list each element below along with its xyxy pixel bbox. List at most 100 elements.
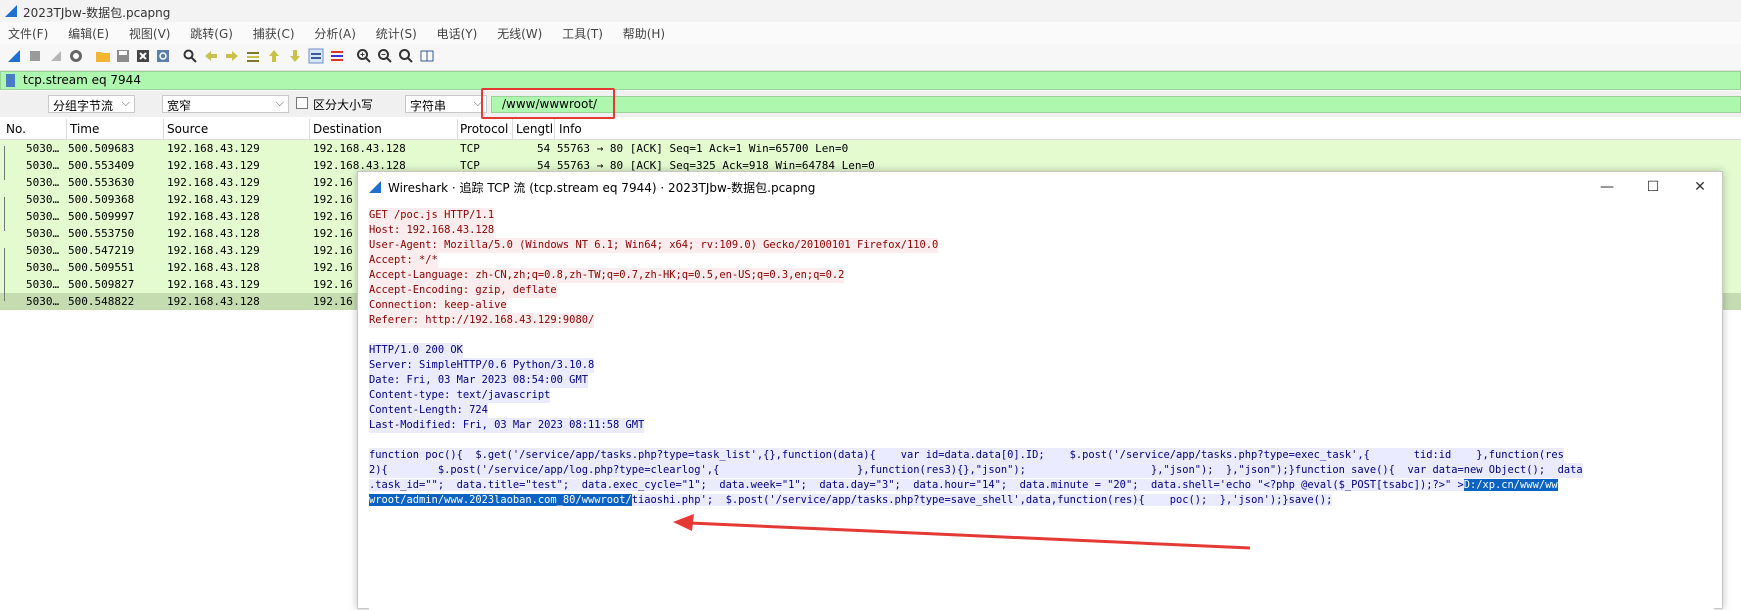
packet-source: 192.168.43.129: [167, 278, 260, 291]
capture-options-icon[interactable]: [68, 48, 84, 64]
restart-capture-icon[interactable]: [48, 48, 64, 64]
column-divider[interactable]: [457, 119, 458, 139]
column-length[interactable]: Lengtl: [516, 122, 553, 136]
menu-go[interactable]: 跳转(G): [182, 22, 241, 42]
column-divider[interactable]: [554, 119, 555, 139]
packet-source: 192.168.43.129: [167, 159, 260, 172]
column-protocol[interactable]: Protocol: [460, 122, 508, 136]
search-type-select[interactable]: 字符串 ⌵: [405, 95, 487, 113]
colorize-icon[interactable]: [329, 48, 345, 64]
packet-source: 192.168.43.128: [167, 210, 260, 223]
case-sensitive-checkbox[interactable]: [296, 97, 308, 109]
body-text: tiaoshi.php'; $.post('/service/app/tasks…: [631, 494, 1333, 506]
stream-content[interactable]: GET /poc.js HTTP/1.1 Host: 192.168.43.12…: [369, 208, 1714, 610]
window-title: 2023TJbw-数据包.pcapng: [23, 6, 171, 20]
wireshark-logo-icon: [369, 181, 381, 193]
autoscroll-icon[interactable]: [308, 48, 324, 64]
go-back-icon[interactable]: [203, 48, 219, 64]
conversation-bracket: [4, 197, 13, 231]
request-line: Accept-Encoding: gzip, deflate: [369, 283, 557, 298]
zoom-in-icon[interactable]: [356, 48, 372, 64]
stop-capture-icon[interactable]: [27, 48, 43, 64]
column-destination[interactable]: Destination: [313, 122, 382, 136]
search-charset-select[interactable]: 宽窄 ⌵: [162, 95, 289, 113]
save-file-icon[interactable]: [115, 48, 131, 64]
menu-capture[interactable]: 捕获(C): [245, 22, 303, 42]
minimize-icon[interactable]: —: [1595, 176, 1619, 198]
response-body-line: function poc(){ $.get('/service/app/task…: [369, 448, 1564, 463]
packet-no: 5030…: [26, 210, 60, 223]
display-filter-bar[interactable]: tcp.stream eq 7944: [0, 71, 1741, 90]
packet-time: 500.509997: [68, 210, 135, 223]
go-to-packet-icon[interactable]: [245, 48, 261, 64]
packet-destination: 192.16: [313, 193, 353, 206]
zoom-out-icon[interactable]: [377, 48, 393, 64]
menu-tools[interactable]: 工具(T): [554, 22, 611, 42]
start-capture-icon[interactable]: [6, 48, 22, 64]
packet-destination: 192.16: [313, 227, 353, 240]
packet-destination: 192.16: [313, 210, 353, 223]
packet-destination: 192.16: [313, 278, 353, 291]
go-first-packet-icon[interactable]: [266, 48, 282, 64]
menu-wireless[interactable]: 无线(W): [489, 22, 550, 42]
packet-no: 5030…: [26, 176, 60, 189]
find-packet-bar: 分组字节流 ⌵ 宽窄 ⌵ 区分大小写 字符串 ⌵ /www/wwwroot/: [0, 91, 1741, 117]
packet-source: 192.168.43.129: [167, 176, 260, 189]
packet-no: 5030…: [26, 159, 60, 172]
column-time[interactable]: Time: [70, 122, 99, 136]
go-forward-icon[interactable]: [224, 48, 240, 64]
menu-telephony[interactable]: 电话(Y): [429, 22, 486, 42]
column-source[interactable]: Source: [167, 122, 208, 136]
packet-source: 192.168.43.128: [167, 227, 260, 240]
packet-no: 5030…: [26, 261, 60, 274]
packet-no: 5030…: [26, 142, 60, 155]
column-no[interactable]: No.: [6, 122, 26, 136]
chevron-down-icon: ⌵: [275, 96, 284, 109]
packet-time: 500.509551: [68, 261, 135, 274]
menu-view[interactable]: 视图(V): [121, 22, 179, 42]
search-match-highlight: wroot/admin/www.2023laoban.com_80/wwwroo…: [369, 494, 632, 506]
packet-row[interactable]: 5030… 500.509683 192.168.43.129 192.168.…: [0, 140, 1741, 157]
wireshark-logo-icon: [5, 5, 17, 17]
menu-analyze[interactable]: 分析(A): [306, 22, 364, 42]
packet-source: 192.168.43.129: [167, 244, 260, 257]
packet-no: 5030…: [26, 193, 60, 206]
resize-columns-icon[interactable]: [419, 48, 435, 64]
column-info[interactable]: Info: [559, 122, 582, 136]
close-file-icon[interactable]: [135, 48, 151, 64]
dialog-titlebar[interactable]: Wireshark · 追踪 TCP 流 (tcp.stream eq 7944…: [358, 172, 1722, 202]
menu-edit[interactable]: 编辑(E): [60, 22, 117, 42]
packet-time: 500.548822: [68, 295, 135, 308]
reload-file-icon[interactable]: [155, 48, 171, 64]
search-string-input[interactable]: /www/wwwroot/: [491, 96, 1741, 113]
packet-destination: 192.16: [313, 176, 353, 189]
menu-help[interactable]: 帮助(H): [615, 22, 673, 42]
maximize-icon[interactable]: ☐: [1641, 176, 1665, 198]
packet-time: 500.553750: [68, 227, 135, 240]
column-divider[interactable]: [66, 119, 67, 139]
go-last-packet-icon[interactable]: [287, 48, 303, 64]
display-filter-input[interactable]: tcp.stream eq 7944: [23, 73, 141, 87]
menu-file[interactable]: 文件(F): [0, 22, 56, 42]
packet-source: 192.168.43.129: [167, 193, 260, 206]
packet-list-header: No. Time Source Destination Protocol Len…: [0, 119, 1741, 140]
packet-time: 500.509368: [68, 193, 135, 206]
search-scope-select[interactable]: 分组字节流 ⌵: [48, 95, 135, 113]
menu-statistics[interactable]: 统计(S): [368, 22, 425, 42]
column-divider[interactable]: [163, 119, 164, 139]
column-divider[interactable]: [309, 119, 310, 139]
packet-no: 5030…: [26, 295, 60, 308]
request-line: Host: 192.168.43.128: [369, 223, 495, 238]
open-file-icon[interactable]: [95, 48, 111, 64]
case-sensitive-label: 区分大小写: [313, 98, 374, 112]
main-toolbar: [0, 44, 1741, 71]
packet-time: 500.553409: [68, 159, 135, 172]
column-divider[interactable]: [512, 119, 513, 139]
close-icon[interactable]: ✕: [1688, 176, 1712, 198]
packet-source: 192.168.43.129: [167, 142, 260, 155]
find-packet-icon[interactable]: [182, 48, 198, 64]
response-line: Server: SimpleHTTP/0.6 Python/3.10.8: [369, 358, 595, 373]
response-line: Content-Length: 724: [369, 403, 488, 418]
zoom-normal-icon[interactable]: [398, 48, 414, 64]
bookmark-icon[interactable]: [6, 74, 15, 87]
